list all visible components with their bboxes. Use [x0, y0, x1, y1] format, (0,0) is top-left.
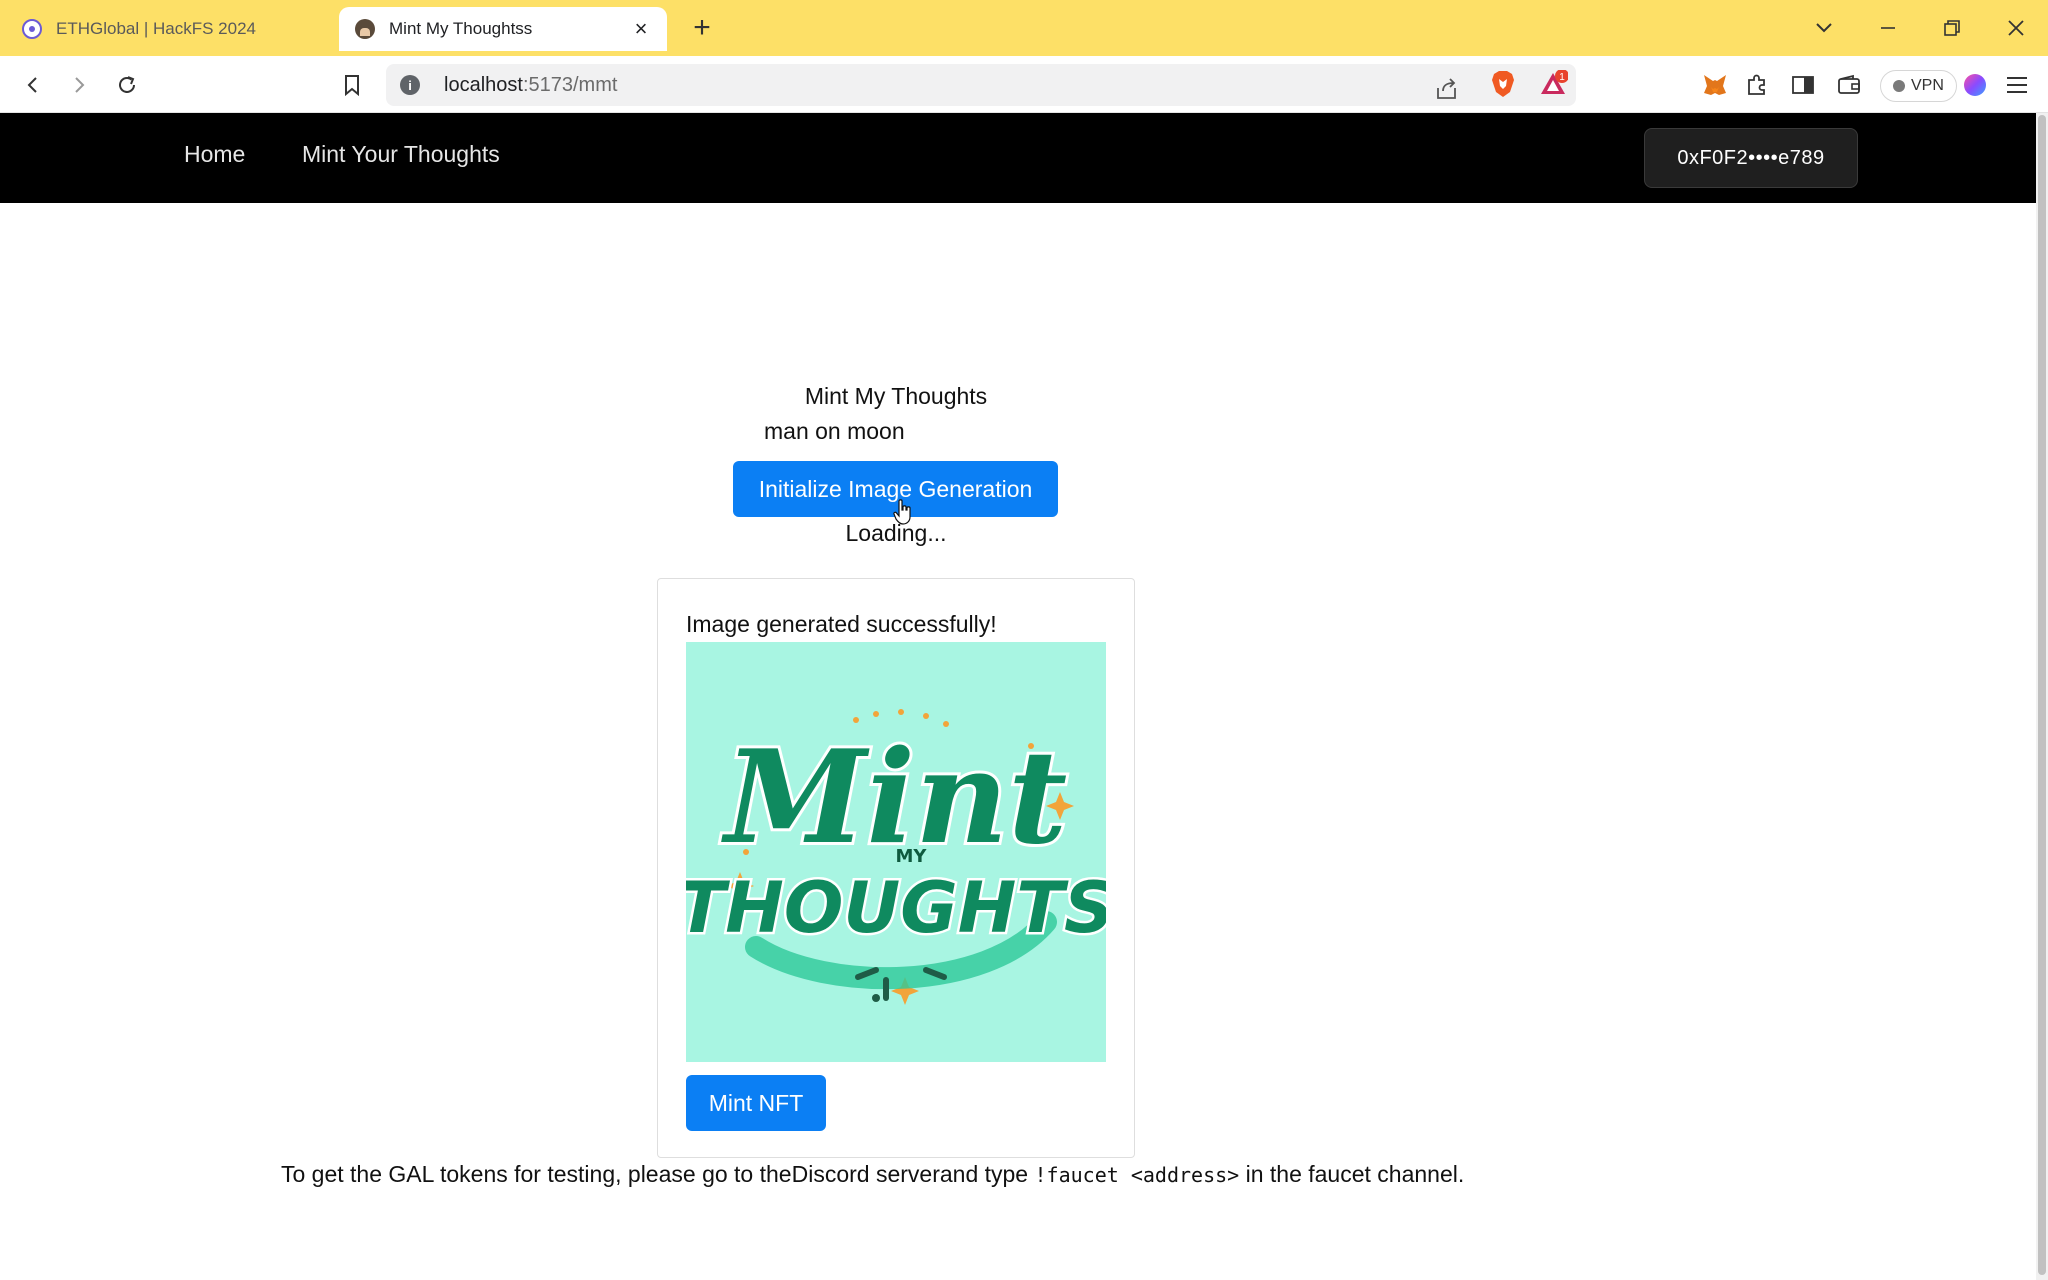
faucet-instructions: To get the GAL tokens for testing, pleas…: [281, 1161, 1464, 1188]
minimize-icon[interactable]: [1866, 10, 1910, 46]
extensions-puzzle-icon[interactable]: [1740, 68, 1774, 102]
mmt-avatar-icon: [355, 19, 375, 39]
tab-title: Mint My Thoughtss: [389, 19, 533, 38]
wallet-address-button[interactable]: 0xF0F2••••e789: [1644, 128, 1858, 188]
site-info-icon[interactable]: i: [400, 75, 420, 95]
footer-text: To get the GAL tokens for testing, pleas…: [281, 1161, 792, 1187]
footer-text: in the faucet channel.: [1239, 1161, 1465, 1187]
metamask-fox-icon[interactable]: [1698, 68, 1732, 102]
ethglobal-icon: [22, 19, 42, 39]
hamburger-menu-icon[interactable]: [2000, 68, 2034, 102]
art-title-my: MY: [896, 846, 928, 867]
page-scrollbar[interactable]: [2036, 113, 2048, 1280]
discord-server-link[interactable]: Discord server: [792, 1161, 940, 1187]
close-window-icon[interactable]: [1994, 10, 2038, 46]
site-navbar: Home Mint Your Thoughts 0xF0F2••••e789: [0, 113, 2036, 203]
prompt-text: man on moon: [764, 418, 905, 444]
vpn-button[interactable]: VPN: [1880, 70, 1957, 102]
profile-avatar-icon[interactable]: [1958, 68, 1992, 102]
footer-text: and type: [939, 1161, 1035, 1187]
browser-toolbar: i localhost:5173/mmt 1 VPN: [0, 56, 2048, 113]
generated-nft-image: Mint MY THOUGHTS: [686, 642, 1106, 1062]
sidebar-toggle-icon[interactable]: [1786, 68, 1820, 102]
tab-title: ETHGlobal | HackFS 2024: [56, 19, 256, 38]
result-card: Image generated successfully! Mint MY TH…: [657, 578, 1135, 1158]
url-text: localhost:5173/mmt: [444, 73, 618, 96]
browser-tab-strip: ETHGlobal | HackFS 2024 Mint My Thoughts…: [0, 0, 2048, 56]
vpn-label: VPN: [1911, 77, 1944, 94]
hand-pointer-cursor-icon: [893, 499, 911, 525]
nav-link-home[interactable]: Home: [184, 141, 245, 168]
brave-rewards-icon[interactable]: 1: [1536, 67, 1570, 101]
brave-shields-icon[interactable]: [1486, 67, 1520, 101]
back-arrow-icon[interactable]: [14, 66, 52, 104]
nav-link-mint-your-thoughts[interactable]: Mint Your Thoughts: [302, 141, 500, 168]
wallet-icon[interactable]: [1832, 68, 1866, 102]
address-bar[interactable]: i localhost:5173/mmt: [386, 64, 1576, 106]
page-title: Mint My Thoughts: [804, 383, 988, 409]
reload-icon[interactable]: [108, 66, 146, 104]
forward-arrow-icon[interactable]: [60, 66, 98, 104]
restore-icon[interactable]: [1930, 10, 1974, 46]
mint-nft-button[interactable]: Mint NFT: [686, 1075, 826, 1131]
status-message: Image generated successfully!: [686, 611, 997, 637]
art-title-thoughts: THOUGHTS: [686, 867, 1106, 949]
tab-mint-my-thoughts[interactable]: Mint My Thoughtss ×: [339, 7, 667, 51]
bookmark-icon[interactable]: [333, 66, 371, 104]
tab-ethglobal[interactable]: ETHGlobal | HackFS 2024: [6, 7, 336, 51]
faucet-command: !faucet <address>: [1034, 1163, 1240, 1187]
vpn-status-icon: [1893, 80, 1905, 92]
new-tab-button[interactable]: +: [686, 11, 718, 44]
scrollbar-thumb[interactable]: [2038, 115, 2046, 1275]
share-icon[interactable]: [1430, 72, 1464, 106]
art-title-mint: Mint: [721, 723, 1068, 873]
tab-search-chevron-icon[interactable]: [1802, 10, 1846, 46]
close-tab-icon[interactable]: ×: [631, 18, 651, 40]
web-page: Home Mint Your Thoughts 0xF0F2••••e789 M…: [0, 113, 2036, 1280]
rewards-badge-count: 1: [1559, 72, 1565, 83]
